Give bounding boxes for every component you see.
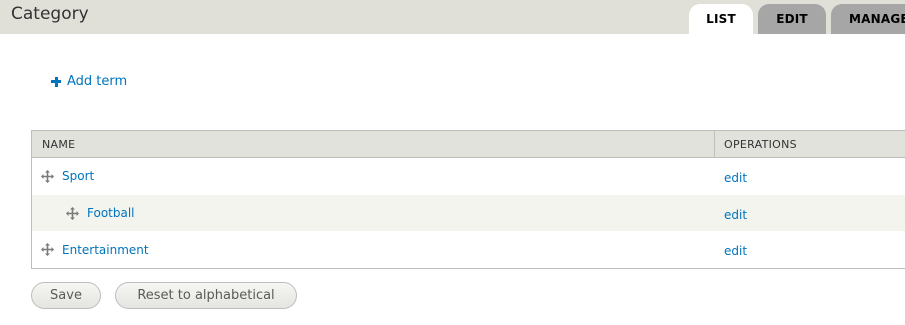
name-cell: Entertainment	[32, 243, 715, 257]
column-header-name: NAME	[32, 131, 715, 157]
table-row: Sport edit	[32, 158, 905, 195]
tab-list[interactable]: LIST	[689, 4, 753, 34]
name-cell: Football	[32, 206, 715, 220]
table-header: NAME OPERATIONS	[32, 131, 905, 158]
drag-handle-icon[interactable]	[41, 243, 54, 257]
edit-link-football[interactable]: edit	[724, 208, 747, 222]
term-link-football[interactable]: Football	[87, 206, 135, 220]
drag-handle-icon[interactable]	[66, 206, 79, 220]
operations-cell: edit	[715, 204, 747, 223]
operations-cell: edit	[715, 167, 747, 186]
term-link-sport[interactable]: Sport	[62, 169, 94, 183]
add-term-link[interactable]: Add term	[51, 74, 127, 89]
save-button[interactable]: Save	[31, 282, 101, 309]
add-term-label: Add term	[67, 74, 128, 89]
table-row: Entertainment edit	[32, 231, 905, 268]
name-cell: Sport	[32, 169, 715, 183]
reset-alphabetical-button[interactable]: Reset to alphabetical	[115, 282, 297, 309]
operations-cell: edit	[715, 240, 747, 259]
column-header-operations: OPERATIONS	[724, 137, 797, 151]
taxonomy-table: NAME OPERATIONS Sport edit Football edit	[31, 130, 905, 270]
edit-link-entertainment[interactable]: edit	[724, 244, 747, 258]
tab-edit[interactable]: EDIT	[758, 4, 826, 34]
tab-manage[interactable]: MANAGE	[831, 4, 905, 34]
page-title: Category	[11, 4, 89, 24]
edit-link-sport[interactable]: edit	[724, 171, 747, 185]
drag-handle-icon[interactable]	[41, 169, 54, 183]
term-link-entertainment[interactable]: Entertainment	[62, 243, 149, 257]
table-row: Football edit	[32, 194, 905, 232]
plus-icon	[51, 76, 61, 87]
page-header: Category LIST EDIT MANAGE	[0, 0, 905, 34]
